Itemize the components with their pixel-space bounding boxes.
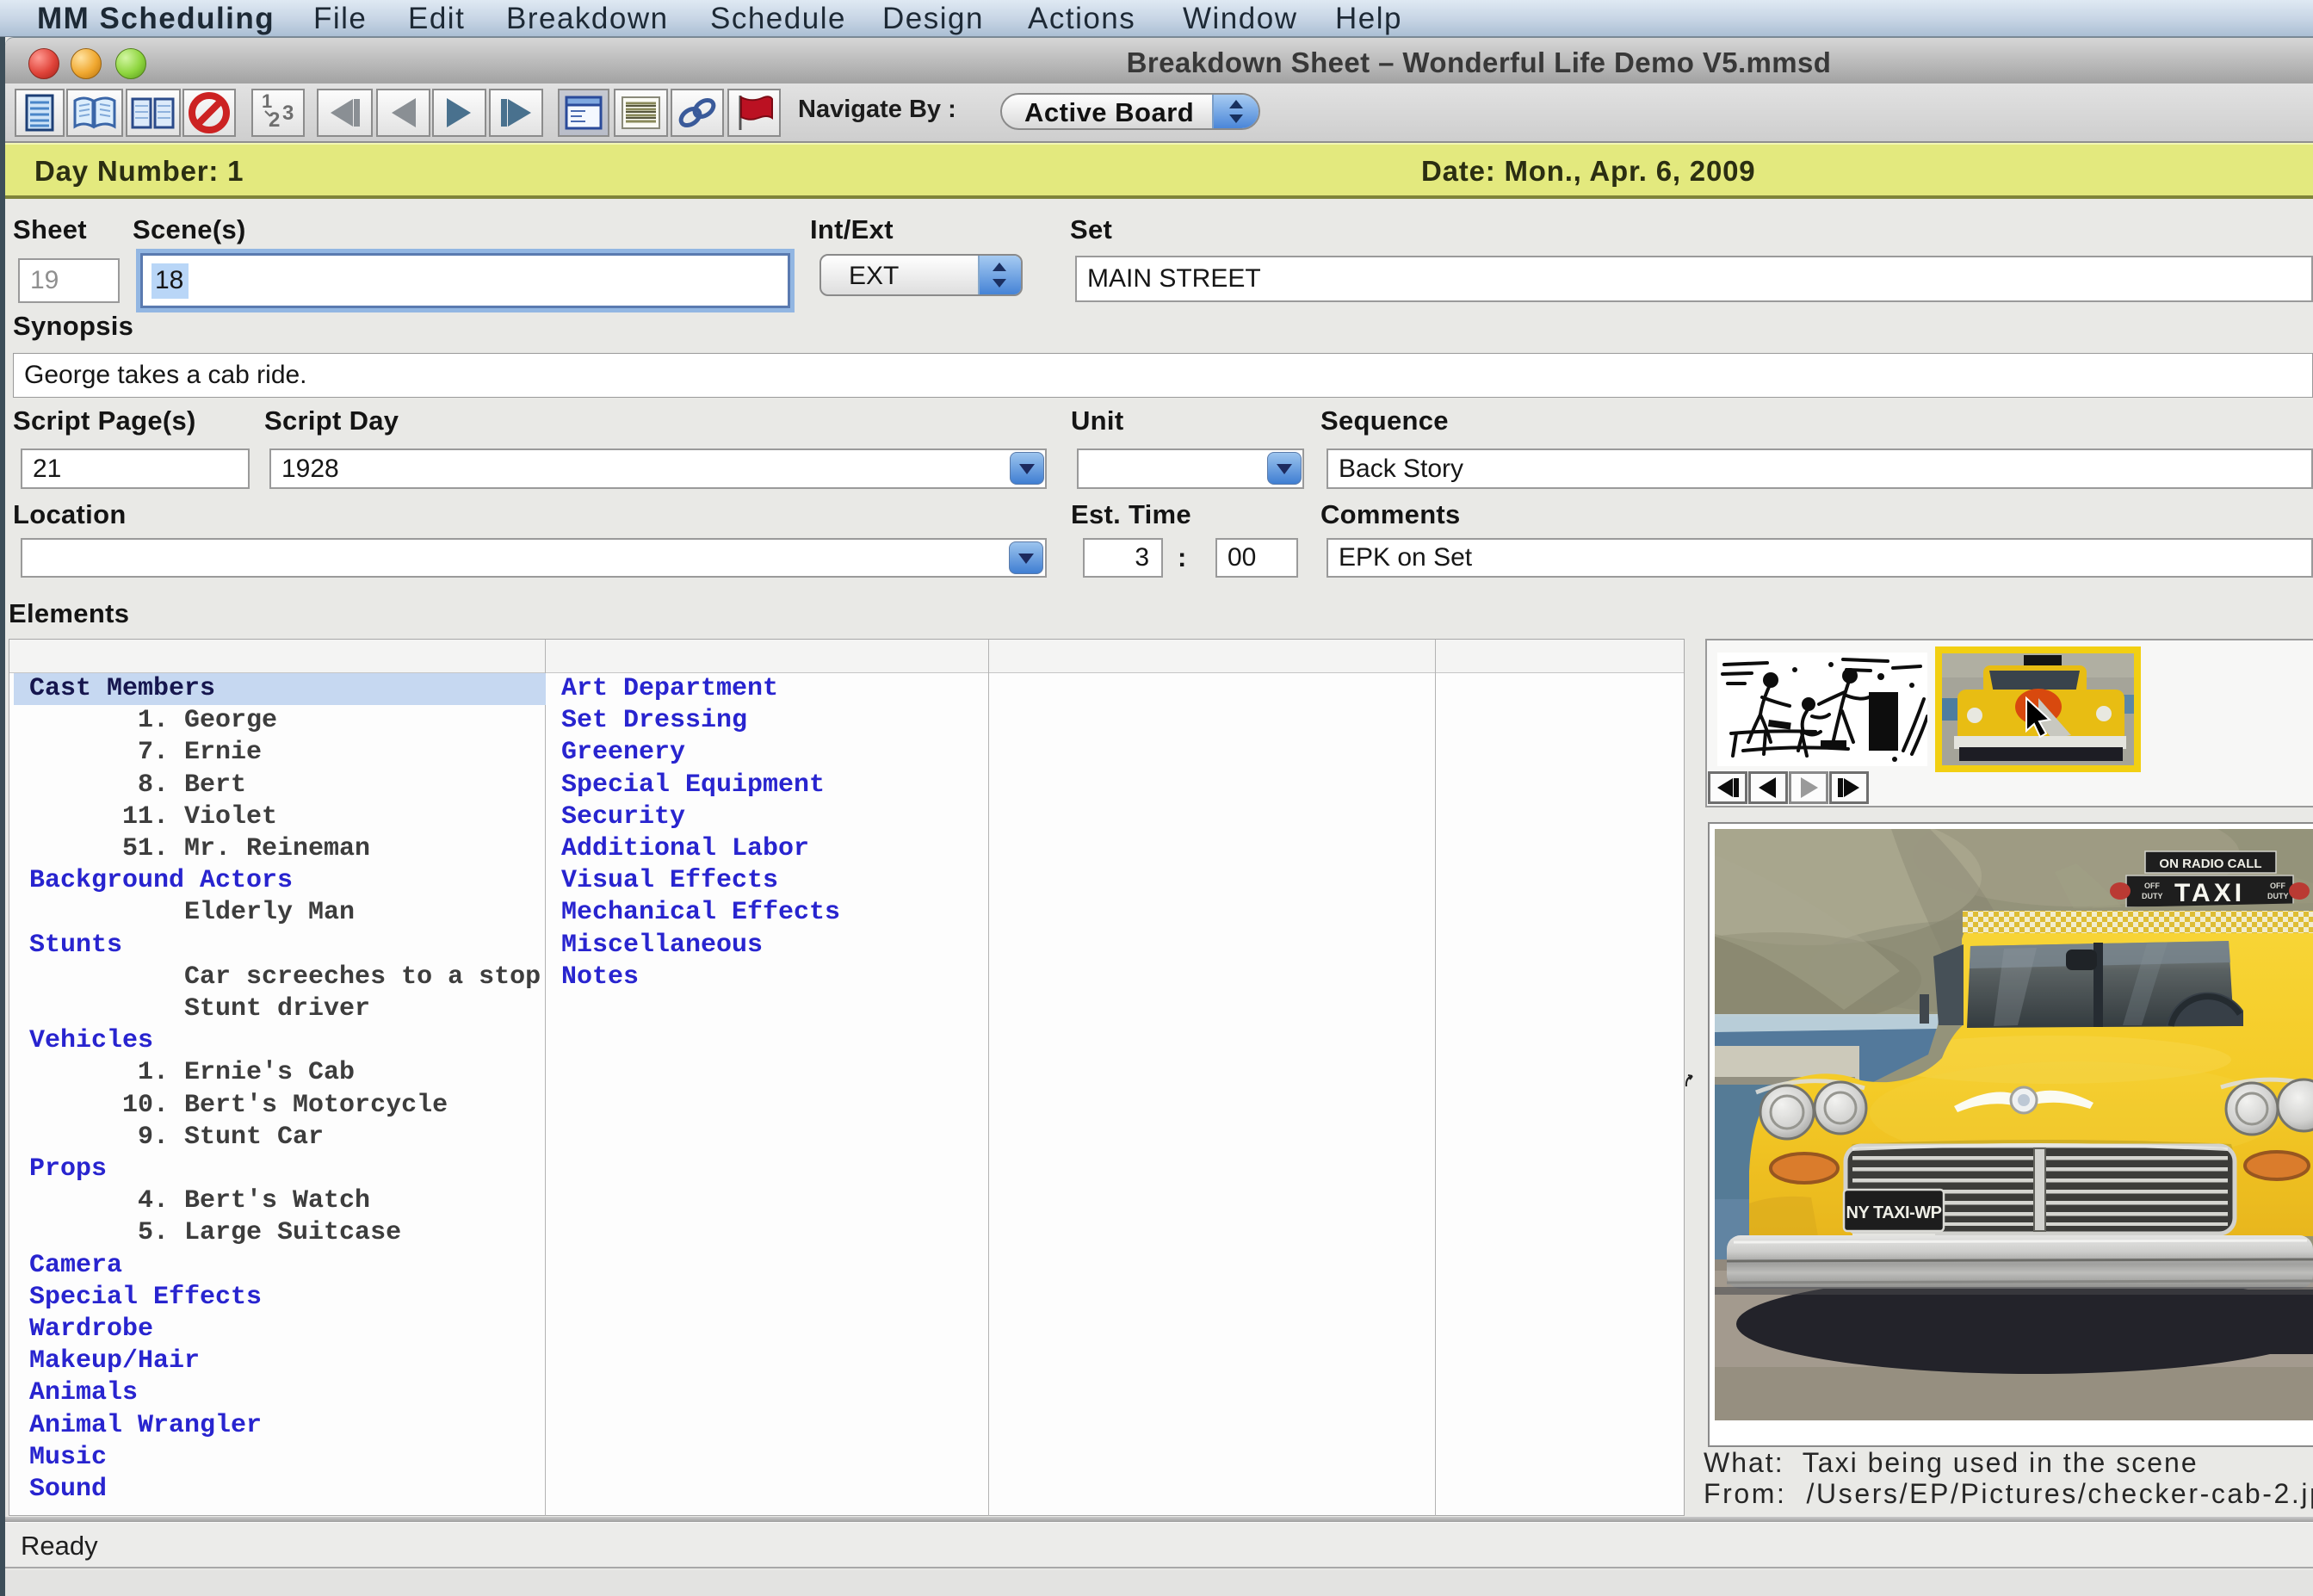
svg-text:3: 3	[282, 102, 294, 125]
svg-text:2: 2	[269, 108, 280, 132]
